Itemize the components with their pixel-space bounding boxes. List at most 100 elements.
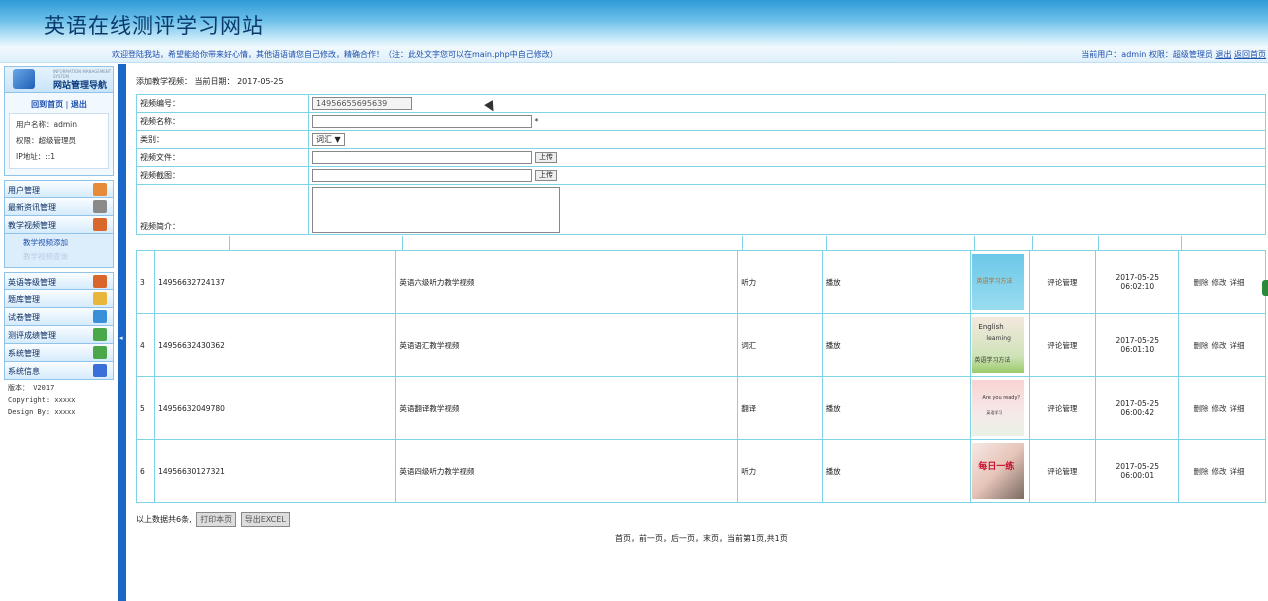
menu-item-users[interactable]: 用户管理: [4, 180, 114, 198]
edit-link[interactable]: 修改: [1211, 341, 1226, 350]
print-button[interactable]: 打印本页: [196, 512, 237, 527]
info-icon: [93, 364, 107, 377]
table-row: 6 14956630127321 英语四级听力教学视频 听力 播放 每日一练 评论管理 201…: [135, 439, 1266, 503]
back-home-link[interactable]: 回到首页: [31, 100, 63, 109]
menu-label: 试卷管理: [8, 313, 40, 322]
current-user-text: 当前用户：admin 权限：超级管理员: [1081, 50, 1213, 59]
field-label: 类别：: [136, 130, 309, 149]
upload-file-button[interactable]: 上传: [535, 152, 557, 163]
menu-top: 用户管理 最新资讯管理 教学视频管理: [4, 180, 114, 234]
operations: 删除 修改 详细: [1178, 439, 1266, 503]
user-details: 用户名称：admin 权限：超级管理员 IP地址：::1: [9, 113, 109, 169]
welcome-marquee: 欢迎登陆我站，希望能给你带来好心情，其他语语请您自己修改，精确合作！（注：此处文…: [112, 50, 558, 59]
thumbnail-image: 英语学习方法: [972, 254, 1025, 310]
edit-link[interactable]: 修改: [1211, 404, 1226, 413]
upload-screenshot-button[interactable]: 上传: [535, 170, 557, 181]
thumbnail: 英语学习方法: [970, 250, 1030, 314]
refresh-icon: [93, 328, 107, 341]
video-file-field[interactable]: [312, 151, 532, 164]
row-number: 5: [135, 376, 156, 440]
video-type: 听力: [737, 250, 823, 314]
comment-link[interactable]: 评论管理: [1028, 439, 1097, 503]
design-text: Design By: xxxxx: [8, 408, 76, 416]
sidebar: INFORMATION MANAGEMENT SYSTEM 网站管理导航 回到首…: [0, 64, 118, 601]
export-excel-button[interactable]: 导出EXCEL: [240, 512, 290, 527]
user-info: 当前用户：admin 权限：超级管理员 退出 返回首页: [1081, 49, 1266, 60]
operations: 删除 修改 详细: [1178, 376, 1266, 440]
delete-link[interactable]: 删除: [1193, 278, 1208, 287]
detail-link[interactable]: 详细: [1229, 404, 1244, 413]
menu-item-questions[interactable]: 题库管理: [4, 290, 114, 308]
screenshot-field[interactable]: [312, 169, 532, 182]
menu-item-sysinfo[interactable]: 系统信息: [4, 362, 114, 380]
group-icon: [93, 275, 107, 288]
delete-link[interactable]: 删除: [1193, 341, 1208, 350]
video-id-field[interactable]: 14956655695639: [312, 97, 412, 110]
comment-link[interactable]: 评论管理: [1028, 250, 1097, 314]
created-time: 2017-05-25 06:01:10: [1095, 313, 1180, 377]
table-overlap: [136, 236, 1266, 250]
edit-link[interactable]: 修改: [1211, 278, 1226, 287]
lock-icon: [93, 292, 107, 305]
intro-textarea[interactable]: [312, 187, 560, 233]
nav-title: 网站管理导航: [53, 81, 108, 91]
tools-icon: [93, 200, 107, 213]
play-link[interactable]: 播放: [821, 376, 972, 440]
submenu-videos: 教学视频添加 教学视频查询: [4, 234, 114, 268]
menu-label: 用户管理: [8, 186, 40, 195]
menu-bottom: 英语等级管理 题库管理 试卷管理 测评成绩管理 系统管理 系统信息: [4, 272, 114, 380]
menu-label: 系统管理: [8, 349, 40, 358]
menu-item-news[interactable]: 最新资讯管理: [4, 198, 114, 216]
video-name: 英语语汇教学视频: [395, 313, 739, 377]
field-label: 视频编号：: [136, 94, 309, 113]
username-text: 用户名称：admin: [16, 120, 77, 129]
table-footer: 以上数据共6条, 打印本页 导出EXCEL: [136, 512, 290, 527]
detail-link[interactable]: 详细: [1229, 278, 1244, 287]
detail-link[interactable]: 详细: [1229, 341, 1244, 350]
comment-link[interactable]: 评论管理: [1028, 376, 1097, 440]
play-link[interactable]: 播放: [821, 250, 972, 314]
side-handle[interactable]: [1262, 280, 1268, 296]
video-name-field[interactable]: [312, 115, 532, 128]
menu-item-system[interactable]: 系统管理: [4, 344, 114, 362]
play-link[interactable]: 播放: [821, 313, 972, 377]
video-code: 14956632724137: [154, 250, 397, 314]
thumbnail-text: 英语学习: [986, 410, 1003, 415]
menu-label: 教学视频管理: [8, 221, 56, 230]
category-select[interactable]: 词汇 ▼: [312, 133, 345, 146]
delete-link[interactable]: 删除: [1193, 467, 1208, 476]
submenu-video-add[interactable]: 教学视频添加: [23, 236, 113, 250]
field-label: 视频截图：: [136, 166, 309, 185]
copyright-text: Copyright: xxxxx: [8, 396, 76, 404]
logout-link[interactable]: 退出: [1215, 50, 1231, 59]
thumbnail-text: 英语学习方法: [974, 357, 1011, 364]
field-label: 视频名称：: [136, 112, 309, 131]
play-link[interactable]: 播放: [821, 439, 972, 503]
video-form: 视频编号： 14956655695639 视频名称： * 类别： 词汇 ▼ 视频…: [136, 94, 1266, 235]
delete-link[interactable]: 删除: [1193, 404, 1208, 413]
video-type: 听力: [737, 439, 823, 503]
menu-label: 最新资讯管理: [8, 203, 56, 212]
comment-link[interactable]: 评论管理: [1028, 313, 1097, 377]
collapse-arrow-icon: ◂: [119, 334, 123, 342]
sidebar-toggle[interactable]: ◂: [118, 64, 126, 601]
search-icon: [93, 310, 107, 323]
menu-item-videos[interactable]: 教学视频管理: [4, 216, 114, 234]
thumbnail-image: 每日一练: [972, 443, 1025, 499]
video-table: 3 14956632724137 英语六级听力教学视频 听力 播放 英语学习方法 评论管理 2…: [135, 250, 1266, 503]
detail-link[interactable]: 详细: [1229, 467, 1244, 476]
menu-item-scores[interactable]: 测评成绩管理: [4, 326, 114, 344]
form-heading: 添加教学视频： 当前日期： 2017-05-25: [136, 77, 284, 86]
menu-item-levels[interactable]: 英语等级管理: [4, 272, 114, 290]
submenu-video-query[interactable]: 教学视频查询: [23, 250, 113, 264]
pager: 首页，前一页，后一页，末页，当前第1页,共1页: [615, 534, 788, 543]
nav-links: 回到首页 | 退出: [9, 99, 109, 110]
video-name: 英语四级听力教学视频: [395, 439, 739, 503]
ip-text: IP地址：::1: [16, 152, 56, 161]
menu-item-papers[interactable]: 试卷管理: [4, 308, 114, 326]
edit-link[interactable]: 修改: [1211, 467, 1226, 476]
home-link[interactable]: 返回首页: [1234, 50, 1266, 59]
exit-link[interactable]: 退出: [71, 100, 87, 109]
top-info-bar: 欢迎登陆我站，希望能给你带来好心情，其他语语请您自己修改，精确合作！（注：此处文…: [0, 46, 1268, 63]
video-code: 14956632430362: [154, 313, 397, 377]
